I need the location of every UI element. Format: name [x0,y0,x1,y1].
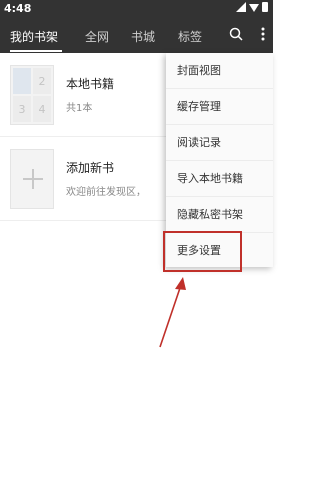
cover-thumbnail [13,68,31,94]
more-vertical-icon[interactable] [259,26,267,42]
tab-bookstore[interactable]: 书城 [131,28,155,45]
signal-icon [236,2,246,12]
menu-item-reading-history[interactable]: 阅读记录 [166,125,273,161]
status-icons [236,2,268,12]
local-books-cover: 2 3 4 [10,65,54,125]
top-toolbar: 我的书架 全网 书城 标签 [0,17,273,53]
book-title: 本地书籍 [66,77,115,91]
menu-item-import-local[interactable]: 导入本地书籍 [166,161,273,197]
book-title: 添加新书 [66,161,115,175]
tab-tags[interactable]: 标签 [178,28,202,45]
search-icon[interactable] [229,27,243,41]
wifi-icon [249,4,259,12]
menu-item-hide-private[interactable]: 隐藏私密书架 [166,197,273,233]
cover-number: 4 [33,96,51,122]
tab-whole-web[interactable]: 全网 [85,28,109,45]
status-bar: 4:48 [0,0,273,17]
menu-item-cache-manage[interactable]: 缓存管理 [166,89,273,125]
book-hint: 欢迎前往发现区， [66,187,146,198]
plus-icon [32,169,34,189]
cover-number: 2 [33,68,51,94]
tab-my-shelf[interactable]: 我的书架 [10,28,58,45]
book-count: 共1本 [66,103,93,114]
menu-item-cover-view[interactable]: 封面视图 [166,53,273,89]
active-tab-indicator [10,50,62,52]
status-time: 4:48 [4,2,32,15]
battery-icon [262,2,268,12]
annotation-arrow [159,277,186,348]
add-book-cover [10,149,54,209]
cover-number: 3 [13,96,31,122]
